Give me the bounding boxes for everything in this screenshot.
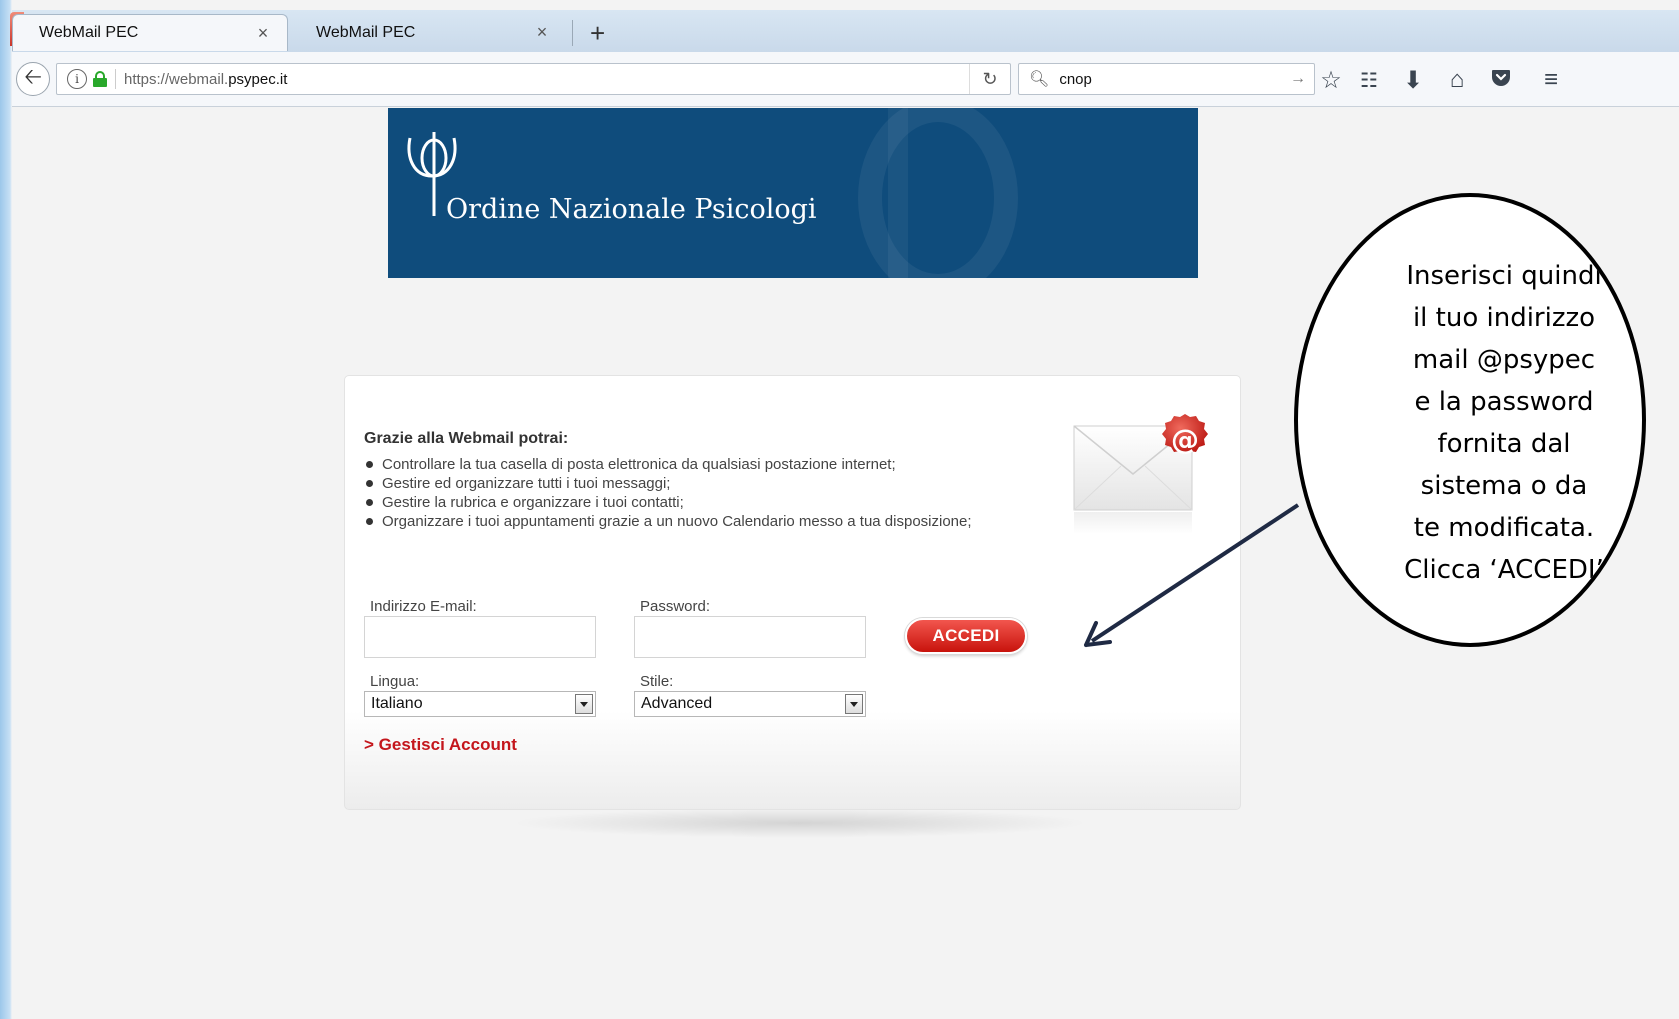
language-select[interactable]: Italiano <box>364 691 596 717</box>
url-separator <box>115 69 116 89</box>
search-icon: 🔍︎ <box>1029 71 1050 88</box>
home-icon[interactable]: ⌂ <box>1442 66 1472 94</box>
reading-list-icon[interactable]: ☷ <box>1354 68 1384 93</box>
pocket-icon[interactable] <box>1486 66 1516 95</box>
menu-icon[interactable]: ≡ <box>1536 66 1566 94</box>
search-bar[interactable]: 🔍︎ → <box>1018 63 1315 95</box>
style-value: Advanced <box>641 695 713 712</box>
accedi-button[interactable]: ACCEDI <box>905 618 1027 654</box>
url-bar[interactable]: i https://webmail. psypec.it ↻ <box>56 63 1011 95</box>
info-icon[interactable]: i <box>67 69 87 89</box>
feature-item: Controllare la tua casella di posta elet… <box>364 455 1004 474</box>
url-host: psypec.it <box>228 70 288 88</box>
search-input[interactable] <box>1057 69 1290 89</box>
password-field[interactable] <box>634 616 866 658</box>
language-label: Lingua: <box>370 673 420 690</box>
language-value: Italiano <box>371 695 423 712</box>
svg-text:@: @ <box>1171 423 1199 456</box>
dropdown-arrow-icon[interactable] <box>845 694 863 714</box>
arrow-right-icon[interactable]: → <box>1290 70 1314 88</box>
header-banner: Ordine Nazionale Psicologi <box>388 108 1198 278</box>
tab-webmail-pec[interactable]: WebMail PEC × <box>290 14 566 51</box>
feature-item: Organizzare i tuoi appuntamenti grazie a… <box>364 512 1004 531</box>
feature-item: Gestire la rubrica e organizzare i tuoi … <box>364 493 1004 512</box>
email-label: Indirizzo E-mail: <box>370 598 477 615</box>
new-tab-icon[interactable]: + <box>590 18 605 49</box>
panel-shadow <box>510 808 1090 838</box>
bookmark-star-icon[interactable]: ☆ <box>1316 66 1346 95</box>
features-list: Controllare la tua casella di posta elet… <box>364 455 1004 531</box>
dropdown-arrow-icon[interactable] <box>575 694 593 714</box>
password-label: Password: <box>640 598 711 615</box>
tab-label: WebMail PEC <box>316 23 416 41</box>
tab-close-icon[interactable]: × <box>253 23 273 44</box>
email-field[interactable] <box>364 616 596 658</box>
lock-icon[interactable] <box>93 71 107 87</box>
reload-icon[interactable]: ↻ <box>969 64 1010 94</box>
feature-item: Gestire ed organizzare tutti i tuoi mess… <box>364 474 1004 493</box>
manage-account-link[interactable]: > Gestisci Account <box>364 735 517 755</box>
tab-close-icon[interactable]: × <box>532 22 552 43</box>
banner-watermark <box>888 108 948 278</box>
org-name: Ordine Nazionale Psicologi <box>446 194 817 225</box>
instruction-callout: Inserisci quindi il tuo indirizzo mail @… <box>1294 193 1646 647</box>
style-select[interactable]: Advanced <box>634 691 866 717</box>
tab-bar: WebMail PEC × WebMail PEC × + <box>10 10 1679 53</box>
back-button[interactable]: 🡠 <box>16 62 50 96</box>
back-arrow-icon: 🡠 <box>24 64 42 89</box>
url-prefix: https://webmail. <box>124 70 229 88</box>
navigation-bar: 🡠 i https://webmail.psypec.it ↻ 🔍︎ → ☆ ☷… <box>12 52 1679 107</box>
features-title: Grazie alla Webmail potrai: <box>364 430 569 447</box>
style-label: Stile: <box>640 673 674 690</box>
tab-label: WebMail PEC <box>39 24 139 41</box>
pointer-arrow-icon <box>1084 503 1300 647</box>
callout-text: Inserisci quindi il tuo indirizzo mail @… <box>1404 261 1604 585</box>
download-icon[interactable]: ⬇︎ <box>1398 66 1428 95</box>
tab-webmail-pec-active[interactable]: WebMail PEC × <box>12 14 288 51</box>
tab-separator <box>572 20 573 46</box>
